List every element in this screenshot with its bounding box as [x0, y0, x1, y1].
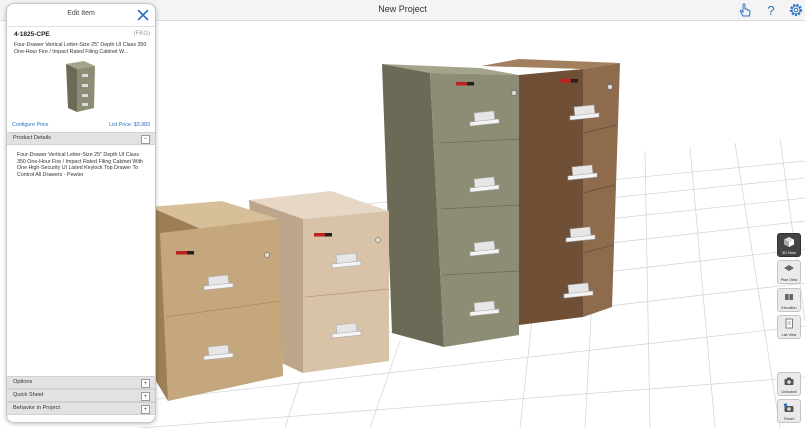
edit-item-panel: Edit Item 4-1825-CPE (FKG) Four-Drawer V… — [6, 3, 156, 423]
expand-icon[interactable]: + — [141, 378, 150, 388]
plan-icon — [784, 265, 794, 271]
sku-row: 4-1825-CPE (FKG) — [7, 31, 155, 42]
section-title: Quick Sheet — [13, 392, 44, 398]
panel-header: Edit Item — [7, 4, 155, 27]
camera-reset-icon — [783, 403, 794, 412]
collapse-icon[interactable]: − — [141, 134, 150, 144]
reset-button[interactable]: Reset — [777, 399, 801, 423]
section-quick-sheet[interactable]: Quick Sheet + — [7, 389, 155, 402]
gear-icon[interactable] — [788, 2, 804, 18]
elevation-button[interactable]: Elevation — [777, 288, 801, 312]
button-label: List View — [781, 333, 797, 337]
product-name: Four-Drawer Vertical Letter-Size 25" Dep… — [14, 42, 147, 55]
cube-icon — [784, 237, 794, 247]
button-label: 3D View — [782, 251, 796, 255]
help-icon[interactable]: ? — [763, 2, 779, 18]
cabinet-pewter[interactable] — [382, 64, 520, 347]
section-behavior-in-project[interactable]: Behavior in Project + — [7, 402, 155, 415]
camera-unlocked-icon — [784, 377, 794, 385]
button-label: Reset — [784, 417, 794, 421]
product-sku: 4-1825-CPE — [14, 31, 50, 38]
product-thumbnail — [66, 61, 95, 112]
section-product-details[interactable]: Product Details − — [7, 132, 155, 145]
section-title: Product Details — [13, 135, 51, 141]
svg-text:?: ? — [767, 3, 774, 18]
section-options[interactable]: Options + — [7, 376, 155, 389]
3d-view-button[interactable]: 3D View — [777, 233, 801, 257]
list-view-button[interactable]: List View — [777, 315, 801, 339]
document-icon — [785, 318, 793, 329]
button-label: Elevation — [781, 306, 797, 310]
panel-title: Edit Item — [67, 10, 95, 17]
configure-price-link[interactable]: Configure Price — [12, 122, 49, 128]
unlocked-button[interactable]: Unlocked — [777, 372, 801, 396]
close-icon[interactable] — [136, 8, 150, 22]
button-label: Unlocked — [781, 390, 797, 394]
plan-view-button[interactable]: Plan View — [777, 260, 801, 284]
list-price: List Price: $3,983 — [109, 122, 150, 128]
button-label: Plan View — [780, 278, 798, 282]
expand-icon[interactable]: + — [141, 404, 150, 414]
elevation-icon — [785, 294, 793, 300]
hand-icon[interactable] — [737, 2, 753, 18]
section-title: Behavior in Project — [13, 405, 60, 411]
section-title: Options — [13, 379, 33, 385]
product-code: (FKG) — [133, 31, 150, 37]
price-row: Configure Price List Price: $3,983 — [7, 122, 155, 131]
product-description: Four-Drawer Vertical Letter-Size 25" Dep… — [17, 152, 144, 178]
expand-icon[interactable]: + — [141, 391, 150, 401]
cabinet-sand[interactable] — [150, 201, 283, 401]
